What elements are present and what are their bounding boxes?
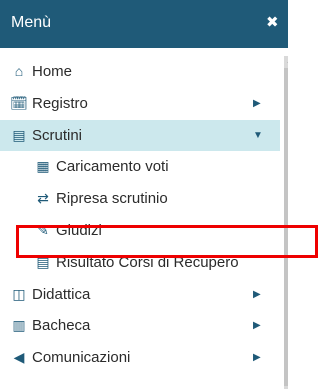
submenu-item-caricamento-voti[interactable]: ▦ Caricamento voti — [0, 151, 280, 183]
menu-item-label: Home — [32, 63, 73, 80]
menu-item-scrutini[interactable]: ▤ Scrutini ▼ — [0, 119, 280, 152]
chevron-down-icon: ▼ — [253, 129, 263, 141]
menu-item-label: Didattica — [32, 285, 91, 303]
menu-item-label: Scrutini — [32, 126, 83, 144]
book-icon: ◫ — [12, 285, 26, 302]
highlight-box — [16, 225, 318, 258]
chevron-right-icon: ▶ — [253, 288, 261, 300]
submenu-item-ripresa-scrutinio[interactable]: ⇄ Ripresa scrutinio — [0, 183, 280, 215]
menu-item-home[interactable]: ⌂ Home — [0, 56, 280, 88]
submenu-item-label: Caricamento voti — [56, 158, 169, 176]
close-icon[interactable]: ✖ — [266, 14, 279, 32]
menu-item-bacheca[interactable]: ▥ Bacheca ▶ — [0, 310, 280, 342]
menu-item-label: Bacheca — [32, 317, 91, 335]
grid-icon: ▦ — [36, 158, 50, 175]
scroll-up-icon[interactable]: ▲ — [286, 58, 288, 65]
menu-item-label: Registro — [32, 94, 88, 112]
menu-item-label: Comunicazioni — [32, 349, 131, 367]
menu-item-didattica[interactable]: ◫ Didattica ▶ — [0, 279, 280, 311]
chevron-right-icon: ▶ — [253, 320, 261, 332]
retweet-icon: ⇄ — [37, 190, 49, 207]
chevron-right-icon: ▶ — [253, 352, 261, 364]
scrutini-icon: ▤ — [12, 126, 26, 143]
scrollbar[interactable] — [284, 56, 288, 389]
home-icon: ⌂ — [14, 63, 24, 79]
menu-item-comunicazioni[interactable]: ◀ Comunicazioni ▶ — [0, 342, 280, 374]
side-menu: ⌂ Home 🗓 Registro ▶ ▤ Scrutini ▼ ▦ Caric… — [0, 56, 280, 374]
menu-panel: Menù ✖ ⌂ Home 🗓 Registro ▶ ▤ Scrutini ▼ … — [0, 0, 288, 389]
chevron-right-icon: ▶ — [253, 97, 261, 109]
newspaper-icon: ▥ — [12, 317, 26, 334]
menu-title: Menù — [11, 14, 52, 31]
calendar-icon: 🗓 — [10, 94, 28, 111]
menu-item-registro[interactable]: 🗓 Registro ▶ — [0, 88, 280, 120]
menu-header: Menù ✖ — [0, 0, 288, 48]
submenu-item-label: Ripresa scrutinio — [56, 190, 168, 208]
megaphone-icon: ◀ — [13, 349, 25, 366]
